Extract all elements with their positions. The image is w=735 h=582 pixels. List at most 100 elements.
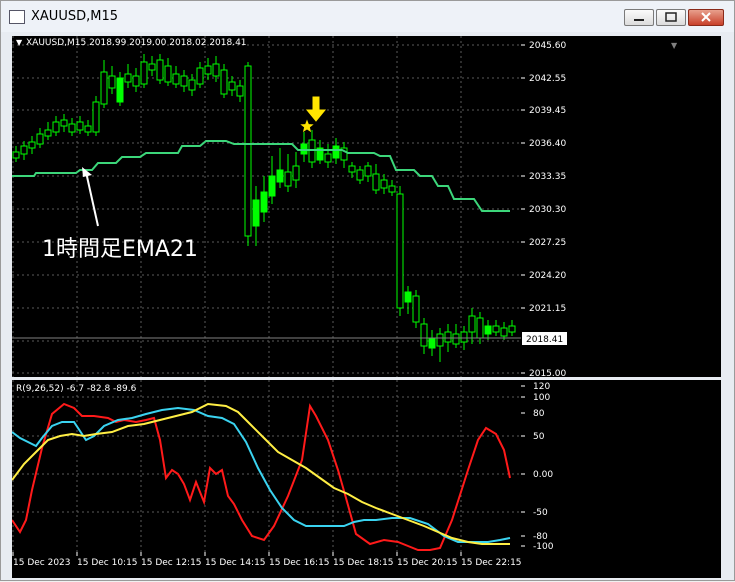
time-axis[interactable]: 15 Dec 2023 15 Dec 10:15 15 Dec 12:15 15… <box>12 552 721 578</box>
price-chart-canvas[interactable]: ▼ XAUUSD,M15 2018.99 2019.00 2018.02 201… <box>12 36 521 377</box>
candlestick <box>164 58 172 86</box>
indicator-scale-label: -50 <box>521 508 548 518</box>
candlestick <box>412 290 420 328</box>
candlestick <box>180 70 188 92</box>
candlestick <box>404 286 412 314</box>
indicator-cyan-line <box>11 406 511 543</box>
time-label: 15 Dec 20:15 <box>396 552 458 568</box>
candlestick <box>252 186 260 246</box>
indicator-scale-label: 80 <box>521 409 545 419</box>
candlestick <box>340 142 348 168</box>
time-label: 15 Dec 18:15 <box>332 552 394 568</box>
maximize-button[interactable] <box>656 9 686 26</box>
svg-text:50: 50 <box>533 432 545 442</box>
candlestick <box>484 320 492 340</box>
candlestick <box>196 62 204 88</box>
candlestick <box>348 162 356 178</box>
candlestick <box>204 58 212 80</box>
svg-text:2036.40: 2036.40 <box>529 139 566 149</box>
candlestick <box>156 54 164 84</box>
candlestick <box>300 132 308 162</box>
svg-text:15 Dec 2023: 15 Dec 2023 <box>13 558 71 568</box>
candlestick <box>44 122 52 140</box>
price-label: 2024.20 <box>521 271 566 281</box>
candlestick <box>356 166 364 184</box>
candlestick <box>116 72 124 106</box>
candlestick <box>396 186 404 316</box>
time-label: 15 Dec 22:15 <box>460 552 522 568</box>
candlestick <box>244 62 252 246</box>
time-label: 15 Dec 12:15 <box>140 552 202 568</box>
time-label: 15 Dec 10:15 <box>76 552 138 568</box>
candlestick <box>84 120 92 136</box>
price-label: 2039.45 <box>521 106 566 116</box>
price-label: 2027.25 <box>521 238 566 248</box>
price-scale-canvas: ▼ 2045.60 2042.55 2039.45 2036.40 2033.3… <box>521 41 678 379</box>
close-button[interactable] <box>688 9 724 26</box>
candlestick <box>28 136 36 154</box>
current-price-tag: 2018.41 <box>522 332 567 345</box>
candlestick <box>268 156 276 204</box>
candlestick <box>476 312 484 344</box>
price-label: 2015.00 <box>521 369 566 379</box>
candlestick <box>468 308 476 344</box>
indicator-canvas[interactable]: R(9,26,52) -6.7 -82.8 -89.6 <box>11 380 521 552</box>
candlestick <box>428 330 436 356</box>
candlestick <box>124 64 132 88</box>
candlestick <box>12 146 20 162</box>
minimize-button[interactable] <box>624 9 654 26</box>
candlestick <box>388 180 396 196</box>
candlestick <box>172 66 180 88</box>
candlestick <box>436 328 444 362</box>
candlestick <box>100 60 108 108</box>
svg-text:15 Dec 18:15: 15 Dec 18:15 <box>333 558 394 568</box>
candlestick <box>60 114 68 132</box>
svg-text:-80: -80 <box>533 532 548 542</box>
time-label: 15 Dec 2023 <box>12 552 71 568</box>
indicator-scale-label: -80 <box>521 532 548 542</box>
price-chart[interactable]: ▼ XAUUSD,M15 2018.99 2019.00 2018.02 201… <box>12 36 521 377</box>
indicator-scale-label: 50 <box>521 432 545 442</box>
price-label: 2033.35 <box>521 172 566 182</box>
svg-text:2045.60: 2045.60 <box>529 41 566 51</box>
svg-text:15 Dec 10:15: 15 Dec 10:15 <box>77 558 138 568</box>
candlestick <box>316 140 324 164</box>
candlestick <box>492 320 500 336</box>
time-label: 15 Dec 14:15 <box>204 552 266 568</box>
svg-text:2042.55: 2042.55 <box>529 74 566 84</box>
indicator-scale-label: 0.00 <box>521 470 553 480</box>
indicator-panel[interactable]: R(9,26,52) -6.7 -82.8 -89.6 <box>11 380 521 552</box>
candlestick <box>52 116 60 136</box>
indicator-red-line <box>11 402 511 551</box>
chart-info: XAUUSD,M15 2018.99 2019.00 2018.02 2018.… <box>26 38 247 48</box>
candlestick <box>236 80 244 102</box>
candlestick <box>500 322 508 340</box>
annotation-arrow <box>85 171 99 227</box>
candlestick <box>420 318 428 354</box>
svg-text:2030.30: 2030.30 <box>529 205 566 215</box>
indicator-scale[interactable]: 120 100 80 50 0.00 -50 -80 -100 <box>521 380 721 552</box>
svg-text:120: 120 <box>533 382 550 392</box>
minimize-icon <box>634 19 644 21</box>
candlestick <box>132 68 140 92</box>
price-label: 2045.60 <box>521 41 566 51</box>
time-label: 15 Dec 16:15 <box>268 552 330 568</box>
price-label: 2030.30 <box>521 205 566 215</box>
price-label: 2036.40 <box>521 139 566 149</box>
chart-info-arrow: ▼ <box>16 38 23 47</box>
maximize-icon <box>665 12 677 22</box>
svg-text:2039.45: 2039.45 <box>529 106 566 116</box>
svg-text:2027.25: 2027.25 <box>529 238 566 248</box>
indicator-scale-canvas: 120 100 80 50 0.00 -50 -80 -100 <box>521 382 554 552</box>
window-title: XAUUSD,M15 <box>31 9 118 24</box>
indicator-scale-label: -100 <box>521 542 554 552</box>
price-scale[interactable]: ▼ 2045.60 2042.55 2039.45 2036.40 2033.3… <box>521 36 721 379</box>
down-arrow-icon <box>305 96 327 122</box>
indicator-scale-label: 120 <box>521 382 550 392</box>
price-label: 2042.55 <box>521 74 566 84</box>
candlestick <box>380 174 388 194</box>
candlestick <box>284 154 292 192</box>
scale-shift-marker: ▼ <box>671 41 678 50</box>
title-bar[interactable]: XAUUSD,M15 <box>1 1 734 32</box>
candlestick <box>20 141 28 160</box>
